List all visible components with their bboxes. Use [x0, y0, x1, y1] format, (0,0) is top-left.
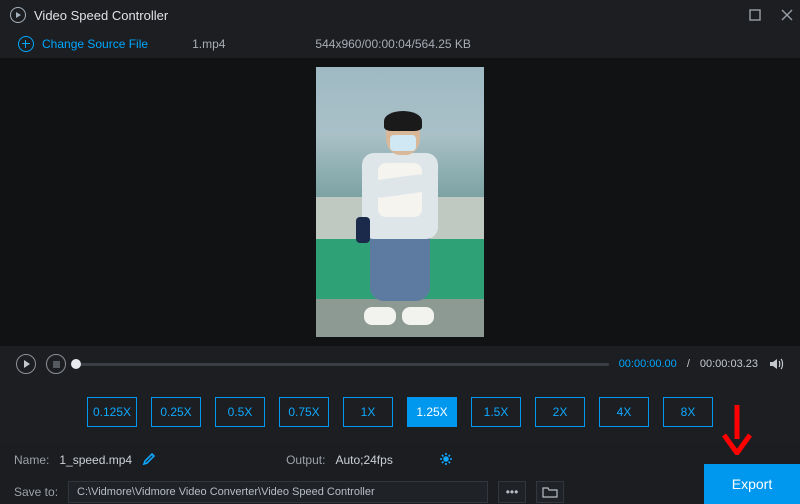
name-value: 1_speed.mp4	[59, 453, 132, 467]
speed-option-1-25x[interactable]: 1.25X	[407, 397, 457, 427]
speed-options: 0.125X 0.25X 0.5X 0.75X 1X 1.25X 1.5X 2X 4X 8X	[0, 382, 800, 442]
window-title: Video Speed Controller	[34, 8, 168, 23]
speed-option-0-5x[interactable]: 0.5X	[215, 397, 265, 427]
video-preview-area	[0, 58, 800, 346]
time-separator: /	[687, 358, 690, 370]
speed-option-2x[interactable]: 2X	[535, 397, 585, 427]
maximize-icon[interactable]	[748, 8, 762, 22]
speed-option-0-125x[interactable]: 0.125X	[87, 397, 137, 427]
seek-handle[interactable]	[71, 359, 81, 369]
info-bar: Change Source File 1.mp4 544x960/00:00:0…	[0, 30, 800, 58]
time-current: 00:00:00.00	[619, 358, 677, 370]
browse-path-button[interactable]: •••	[498, 481, 526, 503]
source-file-meta: 544x960/00:00:04/564.25 KB	[315, 37, 470, 51]
speed-option-0-25x[interactable]: 0.25X	[151, 397, 201, 427]
app-logo-icon	[10, 7, 26, 23]
close-icon[interactable]	[780, 8, 794, 22]
volume-icon[interactable]	[768, 356, 784, 372]
time-duration: 00:00:03.23	[700, 358, 758, 370]
export-button[interactable]: Export	[704, 464, 800, 504]
source-file-name: 1.mp4	[192, 37, 225, 51]
seek-slider[interactable]	[76, 363, 609, 366]
stop-button[interactable]	[46, 354, 66, 374]
save-to-label: Save to:	[14, 485, 58, 499]
save-path-input[interactable]	[68, 481, 488, 503]
speed-option-4x[interactable]: 4X	[599, 397, 649, 427]
output-settings-icon[interactable]	[439, 452, 453, 469]
name-label: Name:	[14, 453, 49, 467]
speed-option-1x[interactable]: 1X	[343, 397, 393, 427]
bottom-panel: Name: 1_speed.mp4 Output: Auto;24fps Sav…	[0, 442, 800, 504]
change-source-label: Change Source File	[42, 37, 148, 51]
output-label: Output:	[286, 453, 325, 467]
open-folder-button[interactable]	[536, 481, 564, 503]
speed-option-0-75x[interactable]: 0.75X	[279, 397, 329, 427]
output-value: Auto;24fps	[335, 453, 392, 467]
plus-circle-icon	[18, 36, 34, 52]
video-frame[interactable]	[316, 67, 484, 337]
speed-option-8x[interactable]: 8X	[663, 397, 713, 427]
change-source-button[interactable]: Change Source File	[18, 36, 148, 52]
playback-bar: 00:00:00.00 / 00:00:03.23	[0, 346, 800, 382]
titlebar: Video Speed Controller	[0, 0, 800, 30]
edit-name-icon[interactable]	[142, 452, 156, 469]
speed-option-1-5x[interactable]: 1.5X	[471, 397, 521, 427]
play-button[interactable]	[16, 354, 36, 374]
